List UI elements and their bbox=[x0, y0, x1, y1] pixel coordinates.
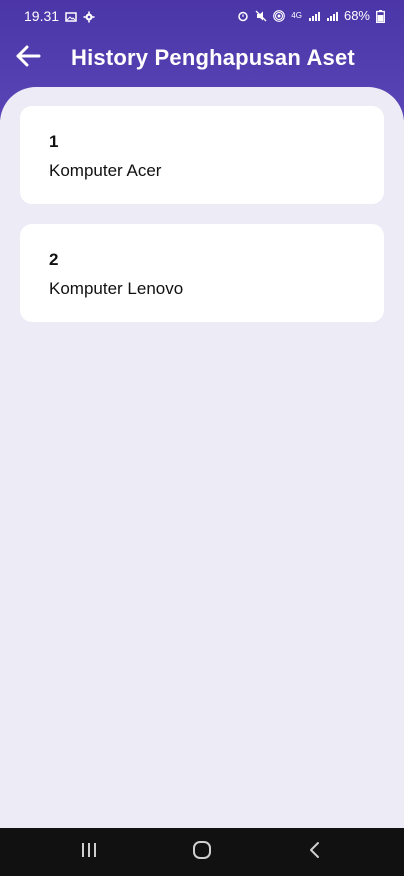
page-title: History Penghapusan Aset bbox=[71, 45, 355, 70]
chevron-left-icon bbox=[307, 841, 323, 864]
navigation-bar bbox=[0, 828, 404, 876]
mute-icon bbox=[255, 10, 267, 22]
network-type: 4G bbox=[291, 11, 302, 20]
hotspot-icon bbox=[273, 9, 286, 22]
status-bar: 19.31 4G 68% bbox=[0, 0, 404, 32]
back-nav-button[interactable] bbox=[303, 840, 327, 864]
arrow-left-icon bbox=[15, 45, 41, 72]
alarm-icon bbox=[237, 10, 249, 22]
signal-icon bbox=[308, 10, 320, 22]
battery-icon bbox=[376, 9, 388, 23]
status-left: 19.31 bbox=[24, 8, 95, 24]
home-icon bbox=[192, 840, 212, 865]
item-number: 1 bbox=[49, 132, 59, 151]
settings-gear-icon bbox=[83, 10, 95, 23]
list-item[interactable]: 2 Komputer Lenovo bbox=[20, 224, 384, 322]
status-time: 19.31 bbox=[24, 8, 60, 24]
item-number: 2 bbox=[49, 250, 59, 269]
gallery-icon bbox=[65, 10, 77, 22]
content-area: 1 Komputer Acer 2 Komputer Lenovo bbox=[0, 87, 404, 828]
item-name: Komputer Acer bbox=[49, 161, 162, 180]
battery-percent: 68% bbox=[343, 8, 370, 23]
item-name: Komputer Lenovo bbox=[49, 279, 184, 298]
recent-apps-button[interactable] bbox=[77, 840, 101, 864]
list-item[interactable]: 1 Komputer Acer bbox=[20, 106, 384, 204]
signal-2-icon bbox=[326, 10, 338, 22]
home-button[interactable] bbox=[190, 840, 214, 864]
recent-apps-icon bbox=[79, 841, 99, 864]
status-right: 4G 68% bbox=[237, 8, 388, 23]
app-bar: History Penghapusan Aset bbox=[0, 32, 404, 88]
back-button[interactable] bbox=[12, 42, 44, 74]
